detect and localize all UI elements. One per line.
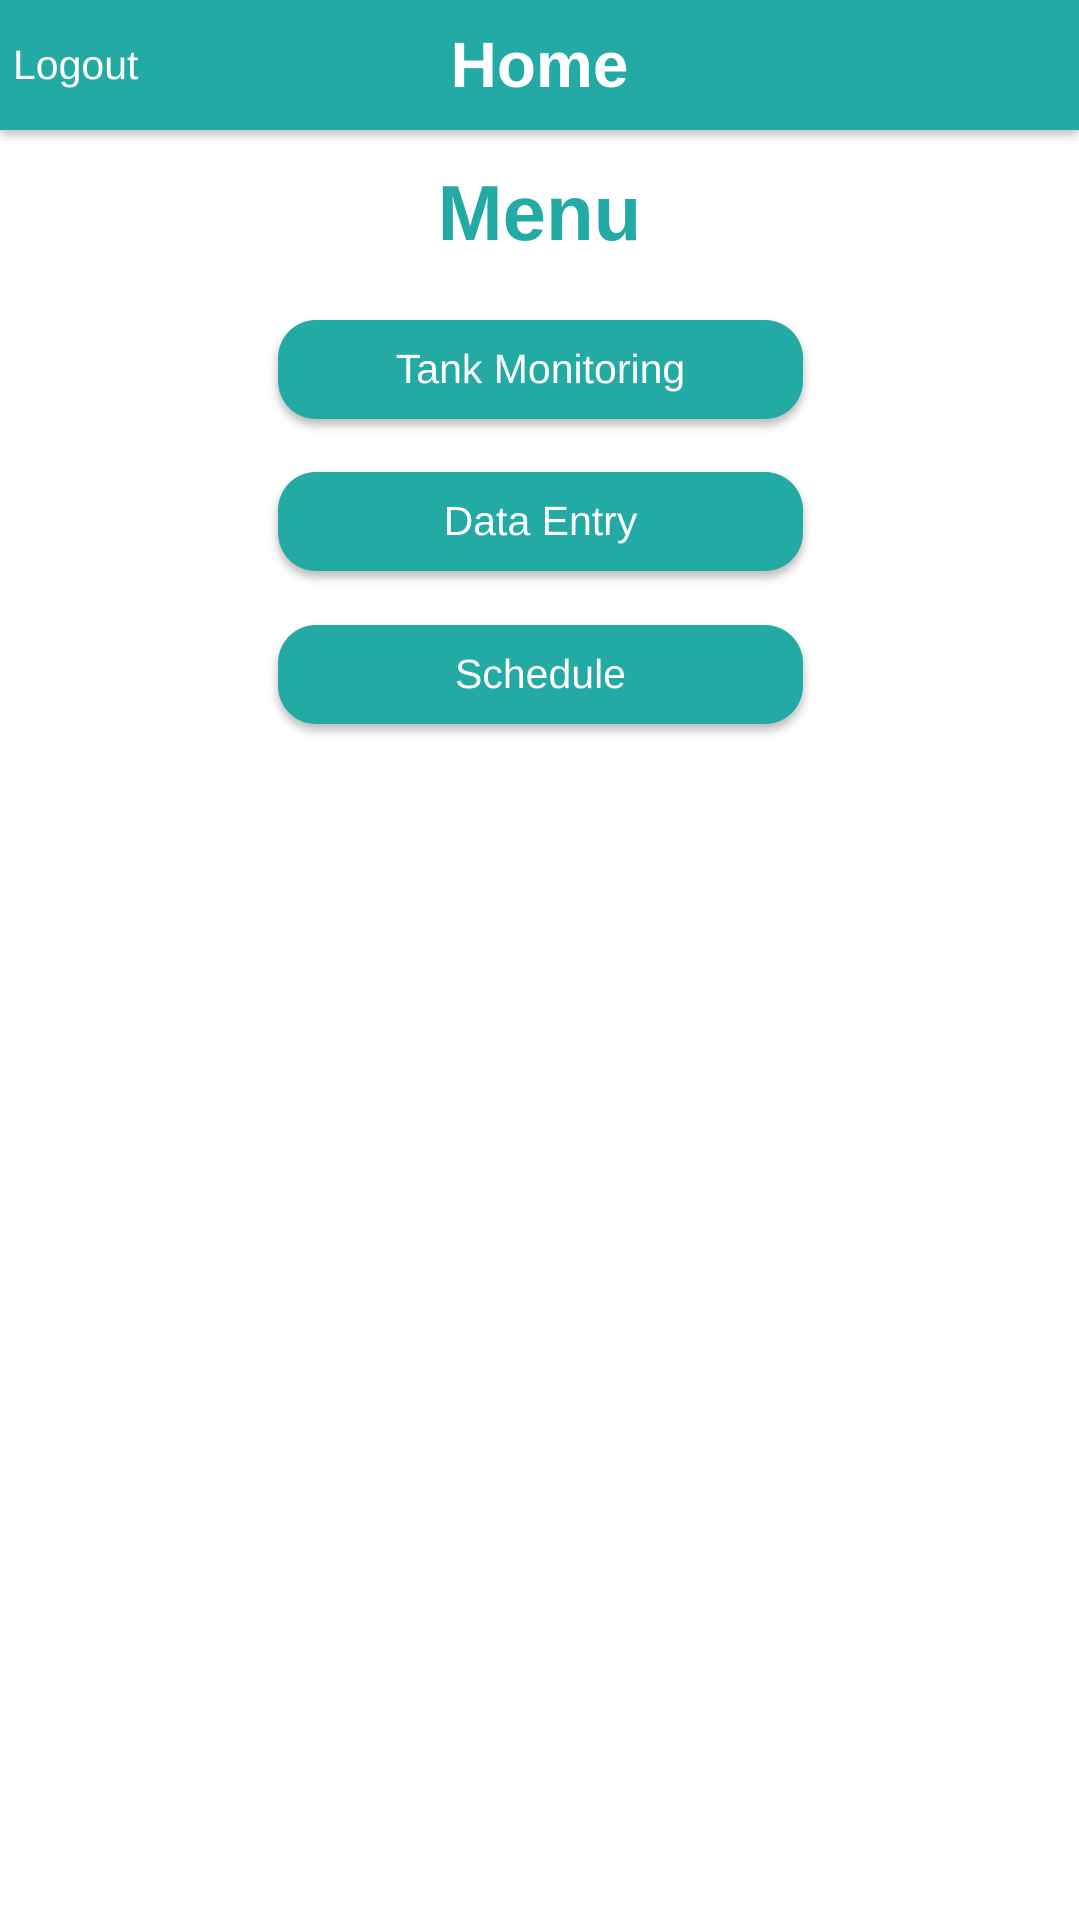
top-app-bar: Logout Home [0,0,1079,130]
logout-button[interactable]: Logout [13,0,138,130]
schedule-button[interactable]: Schedule [278,625,803,724]
page-title: Home [450,29,629,101]
data-entry-button[interactable]: Data Entry [278,472,803,571]
app-screen: Logout Home Menu Tank Monitoring Data En… [0,0,1079,1919]
tank-monitoring-button[interactable]: Tank Monitoring [278,320,803,419]
menu-heading: Menu [437,169,642,257]
